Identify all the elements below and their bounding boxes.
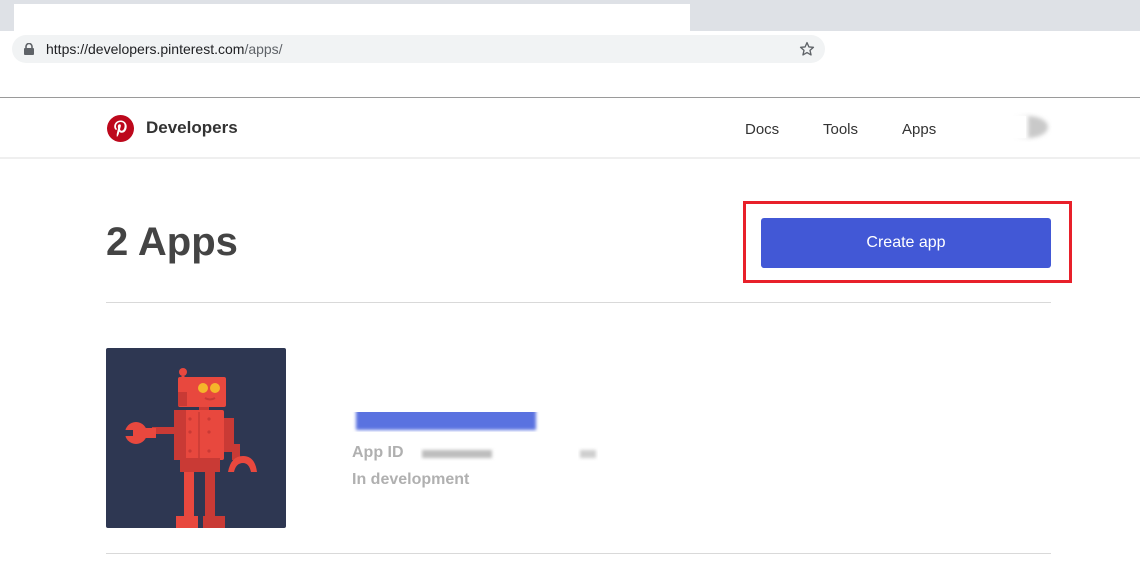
divider xyxy=(106,553,1051,554)
address-bar[interactable]: https://developers.pinterest.com/apps/ xyxy=(12,35,825,63)
page-title: 2 Apps xyxy=(106,220,238,264)
divider xyxy=(106,302,1051,303)
robot-icon xyxy=(123,368,257,528)
nav-docs[interactable]: Docs xyxy=(745,121,779,138)
brand-name[interactable]: Developers xyxy=(146,118,238,138)
browser-tab-strip xyxy=(0,0,1140,31)
star-icon[interactable] xyxy=(798,40,816,58)
lock-icon xyxy=(24,43,34,55)
browser-toolbar: https://developers.pinterest.com/apps/ xyxy=(0,31,1140,98)
app-id-label: App ID xyxy=(352,444,404,461)
browser-tab[interactable] xyxy=(14,4,690,31)
create-app-button[interactable]: Create app xyxy=(761,218,1051,268)
pinterest-logo-icon[interactable] xyxy=(107,115,134,142)
url-path: /apps/ xyxy=(244,41,283,57)
app-status: In development xyxy=(352,471,470,488)
nav-tools[interactable]: Tools xyxy=(823,121,858,138)
url-text: https://developers.pinterest.com/apps/ xyxy=(46,41,283,57)
site-header: Developers Docs Tools Apps xyxy=(0,99,1140,159)
app-name[interactable] xyxy=(352,398,552,432)
app-id-value xyxy=(422,450,596,458)
app-thumbnail[interactable] xyxy=(106,348,286,528)
avatar[interactable] xyxy=(978,112,1052,142)
url-host: https://developers.pinterest.com xyxy=(46,41,245,57)
nav-apps[interactable]: Apps xyxy=(902,121,936,138)
